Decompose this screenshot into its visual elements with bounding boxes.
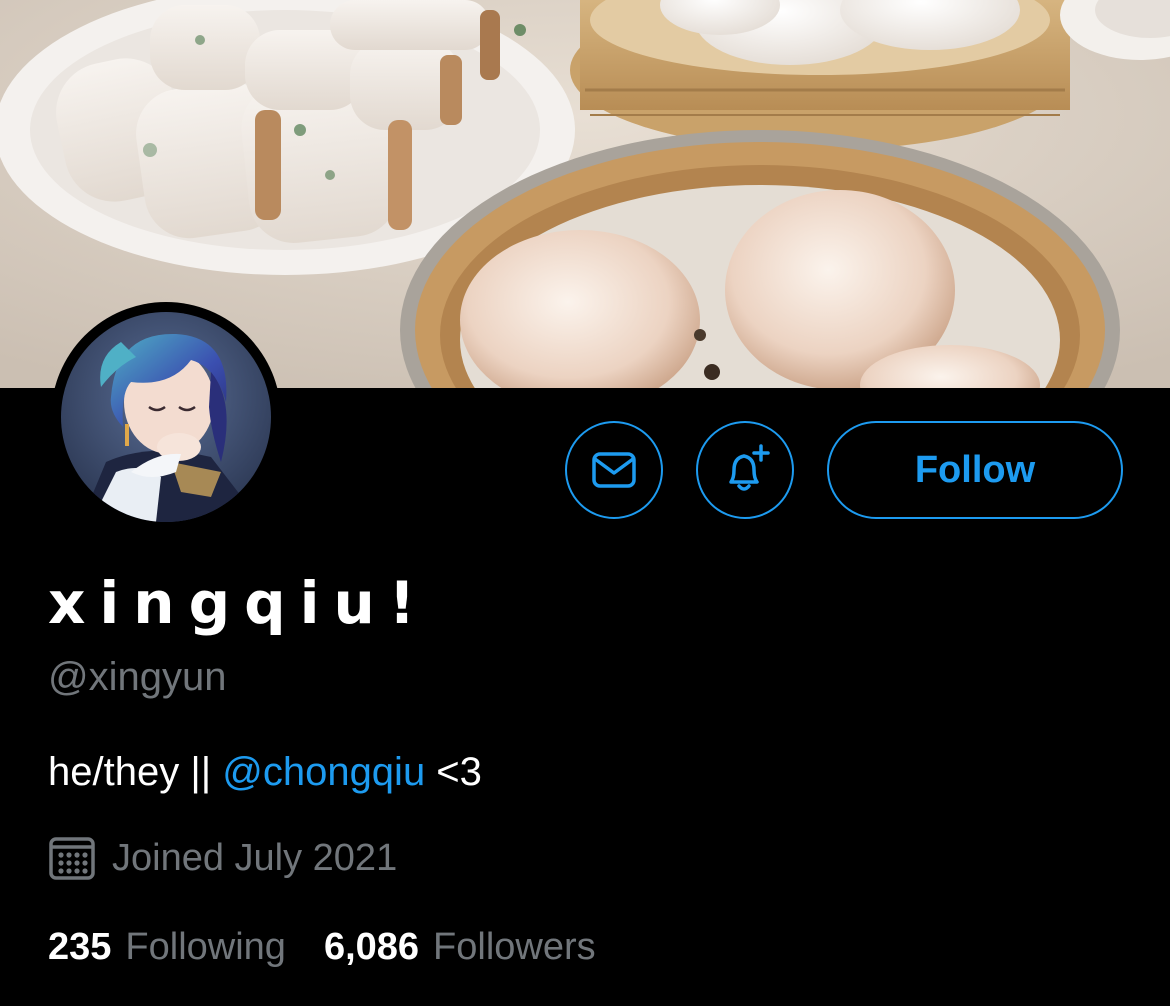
bio-text: he/they || bbox=[48, 750, 223, 794]
avatar[interactable] bbox=[51, 302, 281, 532]
joined-date-text: Joined July 2021 bbox=[112, 837, 398, 879]
calendar-icon bbox=[48, 835, 96, 881]
bio-text-suffix: <3 bbox=[425, 750, 482, 794]
bio: he/they || @chongqiu <3 bbox=[48, 752, 482, 792]
joined-date: Joined July 2021 bbox=[48, 835, 397, 881]
envelope-icon bbox=[592, 452, 636, 488]
following-label: Following bbox=[125, 926, 286, 968]
user-handle: @xingyun bbox=[48, 655, 227, 699]
followers-count: 6,086 bbox=[323, 926, 420, 968]
bio-mention-link[interactable]: @chongqiu bbox=[222, 750, 425, 794]
display-name: xingqiu! bbox=[48, 569, 430, 637]
followers-label: Followers bbox=[433, 926, 596, 968]
notifications-button[interactable] bbox=[696, 421, 794, 519]
follow-stats: 235 Following 6,086 Followers bbox=[48, 928, 596, 966]
message-button[interactable] bbox=[565, 421, 663, 519]
followers-link[interactable]: 6,086 Followers bbox=[324, 928, 596, 966]
following-count: 235 bbox=[48, 926, 112, 968]
follow-button[interactable]: Follow bbox=[827, 421, 1123, 519]
following-link[interactable]: 235 Following bbox=[48, 928, 286, 966]
bell-plus-icon bbox=[729, 444, 770, 491]
